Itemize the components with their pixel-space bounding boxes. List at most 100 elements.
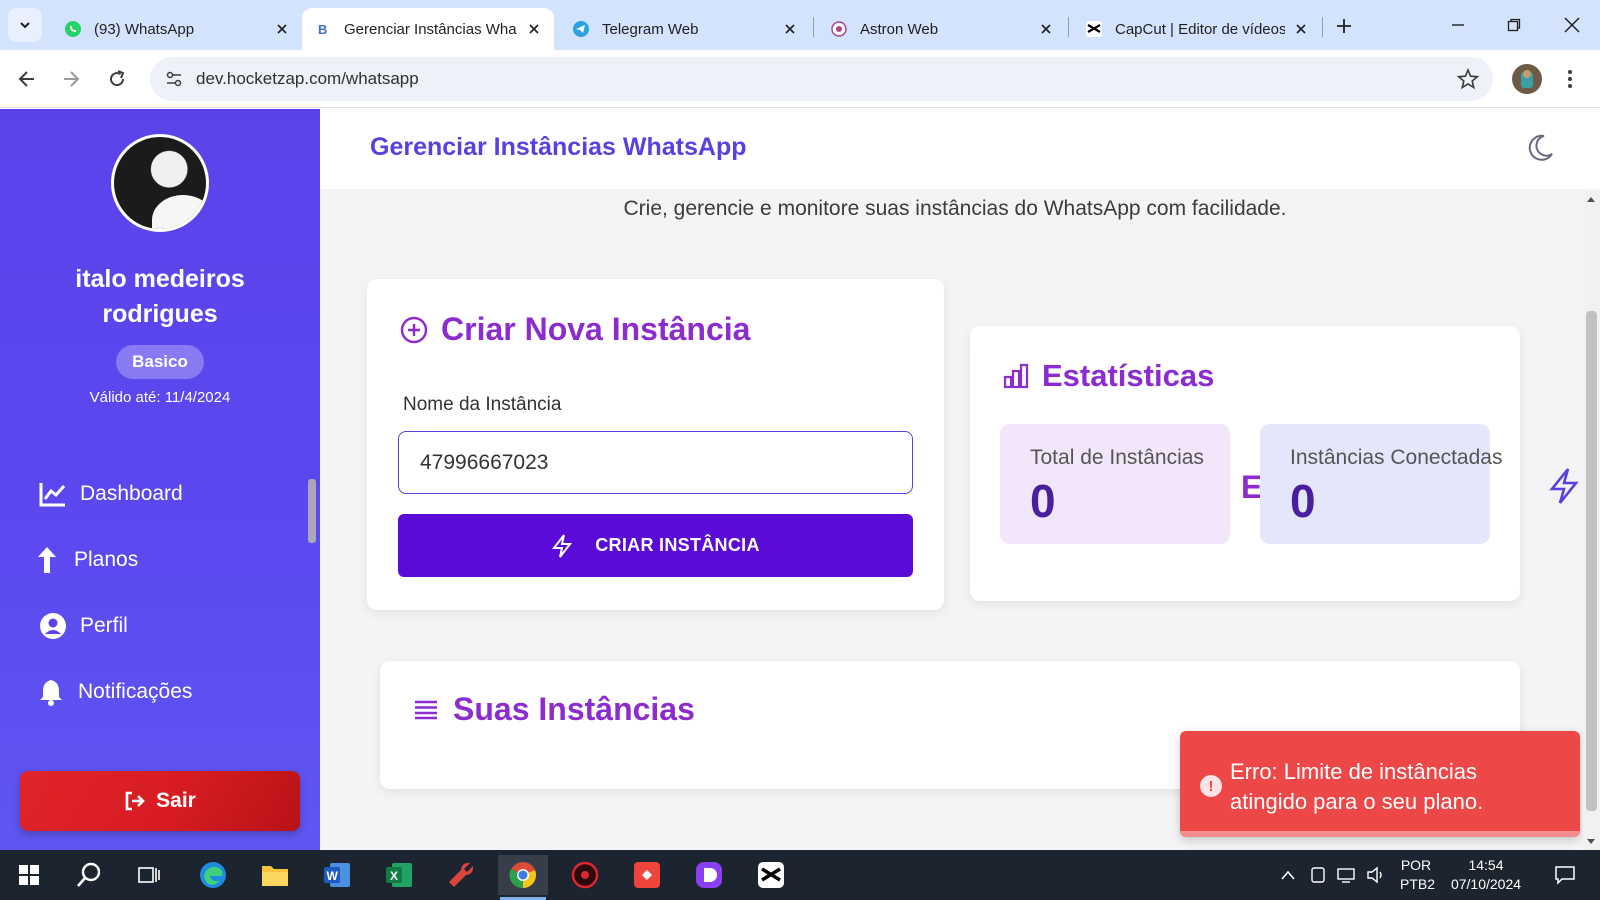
plan-validity: Válido até: 11/4/2024 [89,389,231,406]
system-tray [1280,850,1386,900]
tab-search-button[interactable] [8,8,42,42]
profile-avatar[interactable] [1512,64,1542,94]
close-window-button[interactable] [1544,0,1600,50]
forward-button[interactable] [54,62,88,96]
sidebar-item-dashboard[interactable]: Dashboard [38,474,183,514]
instance-name-label: Nome da Instância [403,394,562,415]
taskbar-tool-app[interactable] [436,855,486,895]
taskbar-app-red[interactable] [560,855,610,895]
app-red-icon [571,861,599,889]
chrome-icon [509,862,536,889]
close-icon[interactable] [1293,21,1309,37]
browser-tab-whatsapp[interactable]: (93) WhatsApp [52,8,302,50]
sidebar-item-label: Notificações [78,680,193,703]
svg-text:X: X [390,869,398,883]
folder-icon [262,866,288,886]
create-card-title: Criar Nova Instância [441,311,751,347]
bolt-icon [1549,468,1579,504]
stat-connected-instances: Instâncias Conectadas 0 [1260,424,1502,544]
toast-progress-bar [1180,831,1580,837]
reload-button[interactable] [100,62,134,96]
edge-icon [200,862,226,888]
instance-name-input[interactable] [398,431,913,494]
sidebar-item-planos[interactable]: Planos [32,540,138,580]
taskbar-app-purple[interactable] [684,855,734,895]
tab-title: Gerenciar Instâncias Wha [344,20,517,38]
chevron-up-icon[interactable] [1280,869,1296,881]
device-icon[interactable] [1310,866,1326,884]
taskbar-capcut[interactable] [746,855,796,895]
browser-menu-button[interactable] [1560,64,1580,94]
url-text: dev.hocketzap.com/whatsapp [196,69,419,88]
tab-separator [1322,17,1323,37]
sidebar-item-perfil[interactable]: Perfil [38,606,128,646]
start-button[interactable] [4,855,54,895]
close-icon[interactable] [526,21,542,37]
reload-icon [110,70,125,87]
plus-circle-icon [399,315,429,345]
word-icon: W [324,863,350,887]
language-code: POR [1400,857,1432,873]
logout-icon [124,791,146,811]
error-toast[interactable]: ! Erro: Limite de instâncias atingido pa… [1180,731,1580,837]
bookmark-star-icon[interactable] [1457,68,1479,90]
minimize-button[interactable] [1430,0,1486,50]
taskbar-search-button[interactable] [64,855,114,895]
user-name: italo medeiros rodrigues [75,265,245,328]
sidebar-item-notificacoes[interactable]: Notificações [36,672,192,712]
profile-icon [1521,70,1533,88]
app-purple-icon [696,862,722,888]
close-icon[interactable] [782,21,798,37]
address-bar[interactable]: dev.hocketzap.com/whatsapp [150,57,1493,101]
site-settings-icon[interactable] [160,65,188,93]
taskbar-excel[interactable]: X [374,855,424,895]
notification-center-button[interactable] [1540,855,1590,895]
new-tab-button[interactable] [1330,12,1358,40]
browser-tab-telegram[interactable]: Telegram Web [560,8,810,50]
chevron-down-icon [20,22,30,29]
browser-tab-astron[interactable]: Astron Web [818,8,1066,50]
restore-icon [1507,18,1521,32]
task-view-icon [138,867,160,883]
taskbar-file-explorer[interactable] [250,855,300,895]
stat-total-label: Total de Instâncias [1030,446,1204,469]
taskbar-word[interactable]: W [312,855,362,895]
sidebar: italo medeiros rodrigues Basico Válido a… [0,109,320,850]
tab-separator [1068,17,1069,37]
main-content: Gerenciar Instâncias WhatsApp Crie, gere… [320,109,1600,850]
moon-icon[interactable] [1525,133,1555,163]
tab-separator [813,17,814,37]
browser-tab-gerenciar[interactable]: B Gerenciar Instâncias Wha [302,8,554,50]
bell-icon [36,677,66,707]
browser-toolbar: dev.hocketzap.com/whatsapp [0,50,1600,108]
browser-tab-capcut[interactable]: CapCut | Editor de vídeos [1073,8,1321,50]
tab-title: Astron Web [860,20,939,38]
back-button[interactable] [10,62,44,96]
sidebar-item-label: Planos [74,548,139,571]
restore-button[interactable] [1486,0,1542,50]
task-view-button[interactable] [124,855,174,895]
scroll-up-icon[interactable] [1587,197,1595,202]
plan-badge: Basico [116,345,204,379]
main-scrollbar[interactable] [1583,191,1600,850]
avatar [111,134,209,232]
volume-icon[interactable] [1366,866,1386,884]
keyboard-language[interactable]: POR PTB2 [1400,856,1435,894]
scrollbar-thumb[interactable] [1586,311,1597,811]
create-instance-label: CRIAR INSTÂNCIA [595,535,760,555]
page-subtitle: Crie, gerencie e monitore suas instância… [623,197,1287,220]
taskbar-edge[interactable] [188,855,238,895]
network-icon[interactable] [1336,867,1356,883]
logout-button[interactable]: Sair [20,771,300,831]
create-instance-button[interactable]: CRIAR INSTÂNCIA [398,514,913,577]
taskbar-chrome[interactable] [498,855,548,900]
taskbar-anydesk[interactable] [622,855,672,895]
tab-title: (93) WhatsApp [94,20,195,38]
taskbar-clock[interactable]: 14:54 07/10/2024 [1445,856,1527,894]
wrench-icon [449,862,474,887]
error-toast-message: Erro: Limite de instâncias atingido para… [1230,759,1484,814]
scroll-down-icon[interactable] [1587,839,1595,844]
sidebar-scrollbar[interactable] [308,479,316,543]
close-icon[interactable] [274,21,290,37]
close-icon[interactable] [1038,21,1054,37]
